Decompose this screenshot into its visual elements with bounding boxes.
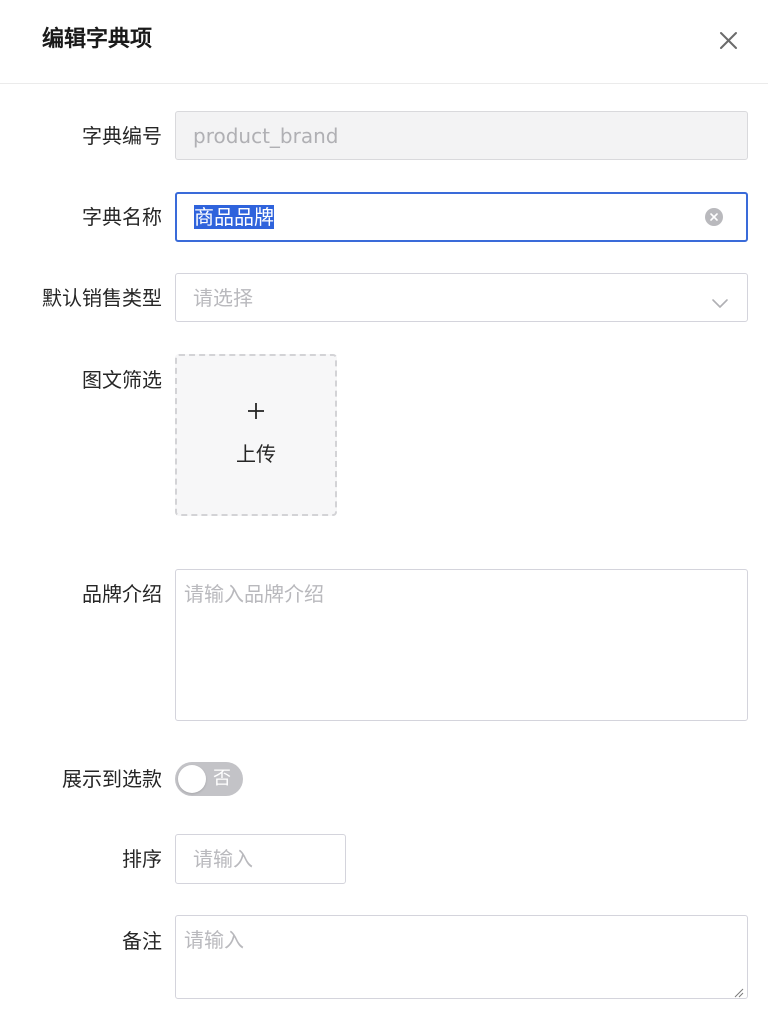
upload-label: 上传	[236, 442, 276, 466]
brand-intro-textarea[interactable]: 请输入品牌介绍	[175, 569, 748, 721]
dialog-header: 编辑字典项	[0, 0, 768, 84]
plus-icon	[177, 400, 335, 426]
name-selected-text: 商品品牌	[194, 205, 274, 229]
remark-textarea[interactable]: 请输入	[175, 915, 748, 999]
name-value: 商品品牌	[194, 203, 274, 231]
remark-placeholder: 请输入	[184, 928, 244, 952]
code-input[interactable]: product_brand	[175, 111, 748, 160]
remark-label: 备注	[122, 929, 162, 953]
image-filter-label: 图文筛选	[82, 368, 162, 392]
upload-button[interactable]: 上传	[175, 354, 337, 516]
show-in-selection-label: 展示到选款	[62, 767, 162, 791]
resize-handle-icon[interactable]	[732, 983, 744, 998]
switch-text: 否	[213, 768, 231, 789]
dialog-title: 编辑字典项	[42, 27, 153, 52]
code-label: 字典编号	[82, 124, 162, 148]
brand-intro-label: 品牌介绍	[82, 582, 162, 606]
show-in-selection-switch[interactable]: 否	[175, 762, 243, 796]
name-label: 字典名称	[82, 205, 162, 229]
sort-input[interactable]: 请输入	[175, 834, 346, 884]
code-value: product_brand	[193, 123, 339, 148]
sales-type-select[interactable]: 请选择	[175, 273, 748, 322]
sort-label: 排序	[122, 847, 162, 871]
sort-placeholder: 请输入	[193, 847, 253, 871]
switch-knob	[178, 765, 206, 793]
name-input[interactable]: 商品品牌	[175, 192, 748, 242]
sales-type-label: 默认销售类型	[42, 286, 162, 310]
sales-type-placeholder: 请选择	[193, 285, 253, 310]
brand-intro-placeholder: 请输入品牌介绍	[184, 582, 324, 606]
clear-icon[interactable]	[704, 207, 724, 227]
close-icon[interactable]	[712, 24, 744, 56]
chevron-down-icon	[711, 291, 729, 308]
